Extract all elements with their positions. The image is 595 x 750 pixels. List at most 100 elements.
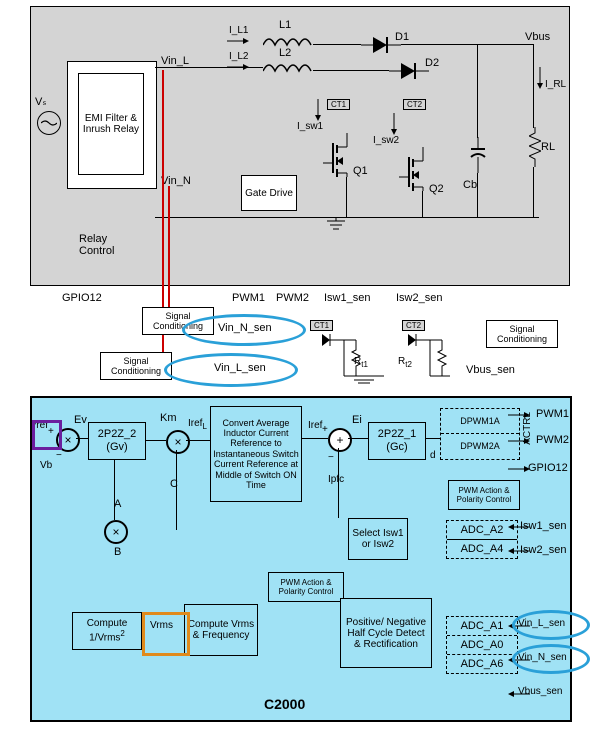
gv-top: 2P2Z_2 bbox=[98, 428, 137, 440]
gate-drive-label: Gate Drive bbox=[245, 188, 293, 199]
comp-freq-block: Compute Vrms & Frequency bbox=[184, 604, 258, 656]
mosfet-q2-icon bbox=[393, 147, 433, 191]
gv-bot: (Gv) bbox=[106, 441, 127, 453]
comp-vrms2-block: Compute 1/Vrms2 bbox=[72, 612, 142, 650]
sc-label-2: Signal Conditioning bbox=[103, 356, 169, 376]
select-isw-label: Select Isw1 or Isw2 bbox=[351, 528, 405, 550]
emi-block: EMI Filter & Inrush Relay bbox=[78, 73, 144, 175]
q2-label: Q2 bbox=[429, 183, 444, 195]
pwm-pol-2: PWM Action & Polarity Control bbox=[268, 572, 344, 602]
out-gpio12: GPIO12 bbox=[528, 462, 568, 474]
minus-1: − bbox=[56, 450, 62, 461]
il1-arrow-icon bbox=[227, 36, 249, 46]
km-label: Km bbox=[160, 412, 177, 424]
vbus-sen-mid-label: Vbus_sen bbox=[466, 364, 515, 376]
out-pwm1: PWM1 bbox=[536, 408, 569, 420]
sum-ei-icon: + bbox=[328, 428, 352, 452]
relay-control-label: Relay Control bbox=[79, 233, 129, 257]
irl-label: I_RL bbox=[545, 79, 566, 90]
sc-box-3: Signal Conditioning bbox=[486, 320, 558, 348]
sc-box-2: Signal Conditioning bbox=[100, 352, 172, 380]
sc-label-3: Signal Conditioning bbox=[489, 324, 555, 344]
iref-label: Iref bbox=[308, 420, 322, 431]
vin-n-sense-line bbox=[168, 186, 170, 314]
diode-d2-icon bbox=[389, 61, 429, 81]
ground-icon bbox=[327, 217, 345, 231]
arrow-gpio12-icon bbox=[508, 464, 530, 474]
highlight-vref bbox=[32, 420, 62, 450]
ev-label: Ev bbox=[74, 414, 87, 426]
irefl-label: IrefL bbox=[188, 418, 207, 431]
adc-a1: ADC_A1 bbox=[447, 617, 517, 636]
l2-label: L2 bbox=[279, 47, 291, 59]
arrow-pwm2-icon bbox=[508, 436, 530, 446]
q1-label: Q1 bbox=[353, 165, 368, 177]
select-isw-block: Select Isw1 or Isw2 bbox=[348, 518, 408, 560]
comp-vrms2-label: Compute 1/Vrms2 bbox=[75, 618, 139, 643]
mult-km-icon: × bbox=[166, 430, 190, 454]
rl-icon bbox=[529, 127, 541, 167]
isw1s-label: Isw1_sen bbox=[324, 292, 370, 304]
vbus-label: Vbus bbox=[525, 31, 550, 43]
highlight-vinl-sen-right bbox=[512, 610, 590, 640]
ipfc-label: Ipfc bbox=[328, 474, 344, 485]
il2-label: I_L2 bbox=[229, 51, 248, 62]
gc-block: 2P2Z_1(Gc) bbox=[368, 422, 426, 460]
arrow-pwm1-icon bbox=[508, 410, 530, 420]
rectification-block: Positive/ Negative Half Cycle Detect & R… bbox=[340, 598, 432, 668]
pwm-pol-1: PWM Action & Polarity Control bbox=[448, 480, 520, 510]
arrow-vbus-in-icon bbox=[508, 689, 530, 702]
inductor-l2-icon bbox=[263, 61, 313, 75]
gc-top: 2P2Z_1 bbox=[378, 428, 417, 440]
highlight-vin-l-sen bbox=[164, 353, 298, 387]
rectification-label: Positive/ Negative Half Cycle Detect & R… bbox=[343, 617, 429, 650]
rl-label: RL bbox=[541, 141, 555, 153]
ct2-box: CT2 bbox=[403, 99, 426, 110]
pwm-pol-1-label: PWM Action & Polarity Control bbox=[451, 486, 517, 504]
rt2-label: Rt2 bbox=[398, 356, 412, 369]
ei-label: Ei bbox=[352, 414, 362, 426]
vs-label: Vₛ bbox=[35, 95, 46, 108]
convert-block: Convert Average Inductor Current Referen… bbox=[210, 406, 302, 502]
vin-l-label: Vin_L bbox=[161, 55, 189, 67]
cb-icon bbox=[469, 137, 487, 173]
vb-label: Vb bbox=[40, 460, 52, 471]
il1-label: I_L1 bbox=[229, 25, 248, 36]
mult-ab-icon: × bbox=[104, 520, 128, 544]
controller-title: C2000 bbox=[264, 696, 305, 712]
ct1-mid: CT1 bbox=[310, 320, 333, 331]
adc-a2: ADC_A2 bbox=[447, 521, 517, 540]
isw2-arrow-icon bbox=[389, 113, 399, 135]
highlight-vin-n-sen bbox=[182, 314, 306, 346]
gate-drive-block: Gate Drive bbox=[241, 175, 297, 211]
comp-freq-label: Compute Vrms & Frequency bbox=[187, 619, 255, 641]
out-pwm2: PWM2 bbox=[536, 434, 569, 446]
cb-label: Cb bbox=[463, 179, 477, 191]
rt1-label: Rt1 bbox=[354, 356, 368, 369]
arrow-isw2-in-icon bbox=[508, 546, 530, 559]
controller-panel: Vref Vb × + − Ev 2P2Z_2(Gv) × Km IrefL C… bbox=[30, 396, 572, 722]
isw2s-label: Isw2_sen bbox=[396, 292, 442, 304]
highlight-vrms bbox=[142, 612, 190, 656]
gv-block: 2P2Z_2(Gv) bbox=[88, 422, 146, 460]
vin-n-label: Vin_N bbox=[161, 175, 191, 187]
emi-label: EMI Filter & Inrush Relay bbox=[81, 113, 141, 135]
isw1-label: I_sw1 bbox=[297, 121, 323, 132]
d1-label: D1 bbox=[395, 31, 409, 43]
pwm-pol-2-label: PWM Action & Polarity Control bbox=[271, 578, 341, 596]
convert-label: Convert Average Inductor Current Referen… bbox=[213, 418, 299, 490]
gpio12-top-label: GPIO12 bbox=[62, 292, 102, 304]
isw1-arrow-icon bbox=[313, 99, 323, 121]
isw2-label: I_sw2 bbox=[373, 135, 399, 146]
mosfet-q1-icon bbox=[317, 133, 357, 177]
l1-label: L1 bbox=[279, 19, 291, 31]
highlight-vinn-sen-right bbox=[512, 644, 590, 674]
d-label: d bbox=[430, 450, 436, 461]
adc-a6: ADC_A6 bbox=[447, 655, 517, 673]
power-stage-panel: Vₛ EMI Filter & Inrush Relay Vin_L Vin_N… bbox=[30, 6, 570, 286]
b-label: B bbox=[114, 546, 121, 558]
plus-2: + bbox=[322, 424, 328, 435]
a-label: A bbox=[114, 498, 121, 510]
pwm2-top-label: PWM2 bbox=[276, 292, 309, 304]
irl-arrow-icon bbox=[535, 67, 545, 89]
